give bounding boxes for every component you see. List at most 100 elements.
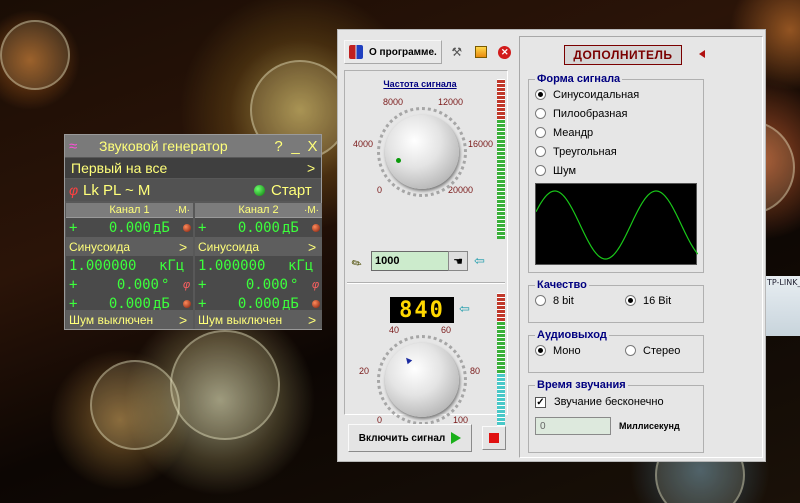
start-button[interactable]: Старт bbox=[271, 182, 321, 199]
volume-knob[interactable] bbox=[385, 343, 459, 417]
phase-icon: φ bbox=[312, 278, 320, 291]
scale-tick: 12000 bbox=[438, 97, 464, 107]
minimize-button[interactable]: _ bbox=[287, 138, 304, 155]
waveform-option-square[interactable]: Меандр bbox=[529, 123, 703, 142]
phase-icon[interactable]: φ bbox=[69, 182, 83, 198]
frequency-knob[interactable] bbox=[385, 115, 459, 189]
noise-row[interactable]: Шум выключен > bbox=[66, 310, 193, 329]
channel-header[interactable]: Канал 1 ·M· bbox=[66, 203, 193, 218]
output-legend: Аудиовыход bbox=[537, 329, 607, 341]
phase-row[interactable]: + 0.000 ° φ bbox=[195, 275, 322, 294]
scale-tick: 16000 bbox=[468, 139, 494, 149]
knob-icon[interactable] bbox=[183, 299, 191, 308]
arrow-icon: > bbox=[179, 311, 188, 328]
waveform-option-triangle[interactable]: Треугольная bbox=[529, 142, 703, 161]
option-label: Треугольная bbox=[553, 145, 617, 158]
close-button[interactable]: X bbox=[304, 138, 321, 155]
output-group: Аудиовыход Моно Стерео bbox=[528, 329, 704, 373]
waveform-legend: Форма сигнала bbox=[537, 73, 621, 85]
wifi-label: TP-LINK_6 bbox=[767, 278, 800, 287]
help-button[interactable]: ? bbox=[270, 138, 287, 155]
waveform-row[interactable]: Синусоида > bbox=[195, 237, 322, 256]
noise-label: Шум выключен bbox=[69, 312, 154, 327]
scale-tick: 8000 bbox=[383, 97, 404, 107]
frequency-row[interactable]: 1.000000 кГц bbox=[66, 256, 193, 275]
stop-icon bbox=[489, 433, 499, 443]
knob-indicator bbox=[403, 355, 413, 365]
scale-tick: 40 bbox=[389, 325, 400, 335]
exit-button[interactable]: ✕ bbox=[496, 43, 514, 61]
collapse-arrow-icon[interactable] bbox=[699, 50, 705, 58]
mute-toggle[interactable]: ·M· bbox=[175, 205, 190, 216]
apply-arrow-icon[interactable]: ⇦ bbox=[474, 253, 485, 269]
phase-row[interactable]: + 0.000 ° φ bbox=[66, 275, 193, 294]
quality-option-16bit[interactable]: 16 Bit bbox=[619, 291, 671, 310]
start-signal-label: Включить сигнал bbox=[358, 432, 446, 444]
radio-icon bbox=[535, 165, 546, 176]
infinite-label: Звучание бесконечно bbox=[554, 396, 664, 408]
milliseconds-label: Миллисекунд bbox=[619, 421, 680, 431]
mode-label[interactable]: Lk PL ~ M bbox=[83, 182, 254, 199]
waveform-option-saw[interactable]: Пилообразная bbox=[529, 104, 703, 123]
phase-value: 0.000 bbox=[116, 276, 159, 293]
about-button[interactable]: О программе. bbox=[344, 40, 442, 64]
option-label: Моно bbox=[553, 344, 581, 357]
hand-icon[interactable]: ☚ bbox=[448, 251, 468, 271]
waveform-group: Форма сигнала Синусоидальная Пилообразна… bbox=[528, 73, 704, 273]
radio-icon bbox=[625, 345, 636, 356]
scale-tick: 60 bbox=[441, 325, 452, 335]
generator-control-row: φ Lk PL ~ M Старт bbox=[65, 179, 321, 201]
desktop-wifi-widget[interactable]: TP-LINK_6 bbox=[766, 276, 800, 336]
generator-title-bar[interactable]: ≈ Звуковой генератор ? _ X bbox=[65, 135, 321, 157]
stop-button[interactable] bbox=[482, 426, 506, 450]
frequency-input-row: ✎ ☚ ⇦ bbox=[349, 249, 501, 273]
quality-option-8bit[interactable]: 8 bit bbox=[529, 291, 619, 310]
unit: ° bbox=[161, 276, 170, 293]
advanced-button[interactable]: ДОПОЛНИТЕЛЬ bbox=[564, 45, 682, 65]
frequency-row[interactable]: 1.000000 кГц bbox=[195, 256, 322, 275]
knob-icon[interactable] bbox=[312, 299, 320, 308]
volume-row[interactable]: + 0.000 дБ bbox=[195, 218, 322, 237]
milliseconds-input[interactable] bbox=[535, 417, 611, 435]
radio-icon bbox=[535, 345, 546, 356]
sound-generator-panel: ≈ Звуковой генератор ? _ X Первый на все… bbox=[64, 134, 322, 330]
radio-icon bbox=[535, 108, 546, 119]
scale-tick: 0 bbox=[377, 185, 383, 195]
channel-header[interactable]: Канал 2 ·M· bbox=[195, 203, 322, 218]
generator-title: Звуковой генератор bbox=[99, 138, 228, 154]
knob-icon[interactable] bbox=[312, 223, 320, 232]
duration-legend: Время звучания bbox=[537, 379, 626, 391]
checkbox-icon[interactable]: ✓ bbox=[535, 396, 546, 408]
bokeh-circle bbox=[90, 360, 180, 450]
play-icon bbox=[451, 432, 462, 444]
knob-icon[interactable] bbox=[183, 223, 191, 232]
waveform-row[interactable]: Синусоида > bbox=[66, 237, 193, 256]
apply-arrow-icon[interactable]: ⇦ bbox=[459, 301, 470, 317]
frequency-value: 1.000000 bbox=[69, 257, 137, 274]
start-signal-button[interactable]: Включить сигнал bbox=[348, 424, 472, 452]
option-label: 16 Bit bbox=[643, 294, 672, 307]
save-button[interactable] bbox=[472, 43, 490, 61]
noise-row[interactable]: Шум выключен > bbox=[195, 310, 322, 329]
output-option-mono[interactable]: Моно bbox=[529, 341, 619, 360]
option-label: Пилообразная bbox=[553, 107, 628, 120]
quality-group: Качество 8 bit 16 Bit bbox=[528, 279, 704, 323]
frequency-input[interactable] bbox=[371, 251, 449, 271]
output-option-stereo[interactable]: Стерео bbox=[619, 341, 680, 360]
toolbar: О программе. ⚒ ✕ bbox=[344, 38, 516, 66]
waveform-option-noise[interactable]: Шум bbox=[529, 161, 703, 180]
radio-icon bbox=[535, 89, 546, 100]
tools-icon[interactable]: ⚒ bbox=[448, 43, 466, 61]
waveform-preview bbox=[535, 183, 699, 265]
mute-toggle[interactable]: ·M· bbox=[304, 205, 319, 216]
infinite-checkbox-row[interactable]: ✓ Звучание бесконечно bbox=[529, 391, 703, 413]
radio-icon bbox=[535, 295, 546, 306]
arrow-icon: > bbox=[308, 238, 317, 255]
sine-wave-graphic bbox=[535, 190, 699, 260]
waveform-option-sine[interactable]: Синусоидальная bbox=[529, 85, 703, 104]
unit: кГц bbox=[288, 257, 314, 274]
preset-selector[interactable]: Первый на все > bbox=[65, 158, 321, 178]
volume-row[interactable]: + 0.000 дБ bbox=[66, 218, 193, 237]
unit: ° bbox=[290, 276, 299, 293]
option-label: Шум bbox=[553, 164, 577, 177]
